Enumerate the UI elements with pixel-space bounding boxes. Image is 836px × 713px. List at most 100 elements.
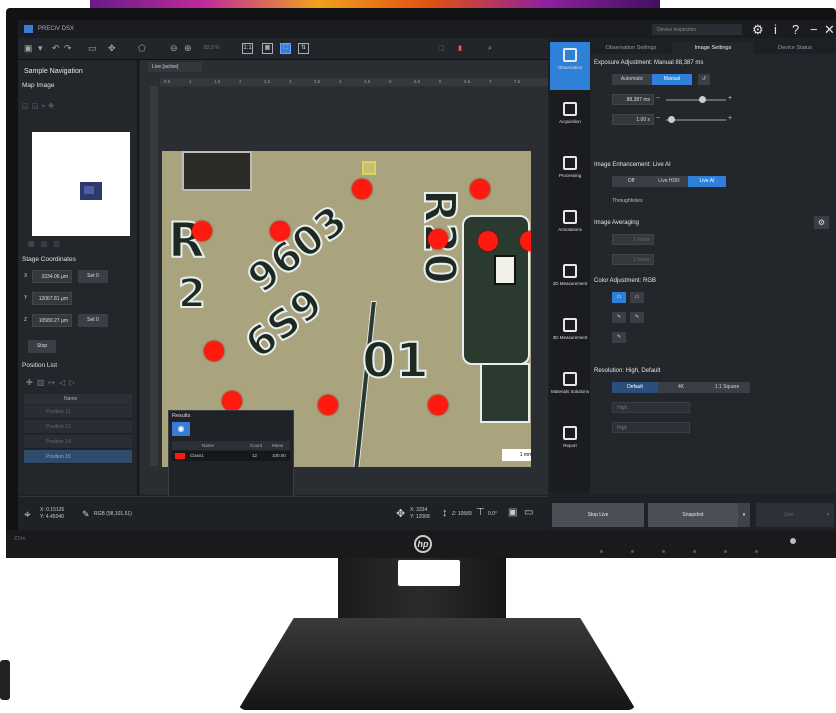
fit-icon[interactable]: 1:1 xyxy=(242,43,253,54)
bezel-buttons xyxy=(600,540,786,558)
eye-icon[interactable]: ◉ xyxy=(172,422,190,436)
workflow-item-label: Processing xyxy=(558,173,582,178)
tab-live[interactable]: Live [active] xyxy=(148,62,202,72)
coord-x-field[interactable]: 3334.06 µm xyxy=(32,270,72,283)
list-item[interactable]: Position 12 xyxy=(24,420,132,434)
undo-icon[interactable]: ↶ xyxy=(52,42,60,55)
settings-gear-icon[interactable]: ⚙ xyxy=(752,22,764,38)
enhancement-liveai-button[interactable]: Live AI xyxy=(688,176,726,187)
exposure-title: Exposure Adjustment: Manual 88,387 ms xyxy=(594,60,704,66)
exposure-reset-icon[interactable]: ↺ xyxy=(698,74,710,85)
set-zero-x-button[interactable]: Set 0 xyxy=(78,270,108,283)
silkscreen-glyph: 2 xyxy=(177,270,207,318)
component-pad xyxy=(494,255,516,285)
gain-slider-knob[interactable] xyxy=(667,116,675,123)
exposure-slider[interactable] xyxy=(666,99,726,101)
workflow-item-3d-measurement[interactable]: 3D Measurement xyxy=(550,312,590,360)
search-icon[interactable]: ⌕ xyxy=(488,42,492,55)
folder-icon[interactable]: ▣ xyxy=(24,42,33,55)
overlay-icon[interactable]: ⛶ xyxy=(280,43,291,54)
image-settings-panel: Observation Settings Image Settings Devi… xyxy=(590,42,836,494)
workflow-item-processing[interactable]: Processing xyxy=(550,150,590,198)
position-list-title: Position List xyxy=(22,362,58,369)
info-icon[interactable]: i xyxy=(774,22,777,37)
resolution-select-b[interactable]: High xyxy=(612,422,690,433)
list-item[interactable]: Position 14 xyxy=(24,435,132,449)
coord-y-field[interactable]: 12067.81 µm xyxy=(32,292,72,305)
record-icon[interactable]: ▮ xyxy=(458,42,462,55)
pan-tool-icon[interactable]: ✥ xyxy=(108,42,116,55)
list-item[interactable]: Position 15 xyxy=(24,450,132,464)
live-button[interactable]: Live xyxy=(756,503,822,527)
cursor-position: X: 0.15126 Y: 4.45040 xyxy=(40,507,65,520)
color-mode-alt-icon[interactable]: ▭ xyxy=(630,292,644,303)
axis-label: Z xyxy=(24,317,28,323)
position-list-tools[interactable]: ✚▥↦◁▷ xyxy=(26,378,79,387)
live-dropdown-icon[interactable]: ▾ xyxy=(822,503,834,527)
exposure-automatic-button[interactable]: Automatic xyxy=(612,74,652,85)
tab-observation-settings[interactable]: Observation Settings xyxy=(590,42,672,54)
plus-icon[interactable]: + xyxy=(728,95,732,102)
workflow-item-materials-solutions[interactable]: Materials Solutions xyxy=(550,366,590,414)
enhancement-livehdr-button[interactable]: Live HDR xyxy=(650,176,688,187)
redo-icon[interactable]: ↷ xyxy=(64,42,72,55)
mode-dropdown[interactable]: Device inspection xyxy=(652,24,742,35)
enhancement-title: Image Enhancement: Live AI xyxy=(594,162,671,168)
window-icon[interactable]: ▭ xyxy=(524,507,533,518)
set-zero-z-button[interactable]: Set 0 xyxy=(78,314,108,327)
stop-button[interactable]: Stop xyxy=(28,340,56,353)
enhancement-off-button[interactable]: Off xyxy=(612,176,650,187)
map-action-icons[interactable]: ▦▧▨ xyxy=(28,240,66,248)
help-icon[interactable]: ? xyxy=(792,22,799,37)
crosshair-icon: ⌖ xyxy=(24,507,31,521)
ruler-tick: 2.5 xyxy=(264,79,271,84)
minus-icon[interactable]: − xyxy=(656,95,660,102)
eyedropper-alt-icon[interactable]: ✎ xyxy=(630,312,644,323)
list-item[interactable]: Position 11 xyxy=(24,405,132,419)
stop-live-button[interactable]: Stop Live xyxy=(552,503,644,527)
resolution-default-button[interactable]: Default xyxy=(612,382,658,393)
monitor: PRECiV DSX Device inspection ⚙ i ? − ✕ ▣… xyxy=(6,8,836,558)
coord-z-field[interactable]: 10589.27 µm xyxy=(32,314,72,327)
exposure-slider-knob[interactable] xyxy=(699,96,706,103)
zoom-level[interactable]: 82.5 % xyxy=(204,42,220,55)
averaging-field-a[interactable]: 1 frame xyxy=(612,234,654,245)
tab-device-status[interactable]: Device Status xyxy=(754,42,836,54)
workflow-item-2d-measurement[interactable]: 2D Measurement xyxy=(550,258,590,306)
capture-icon[interactable]: ▢ xyxy=(438,42,445,55)
white-balance-icon[interactable]: ✎ xyxy=(612,332,626,343)
close-icon[interactable]: ✕ xyxy=(824,22,835,38)
workflow-item-observation[interactable]: Observation xyxy=(550,42,590,90)
minimize-icon[interactable]: − xyxy=(810,22,818,37)
ruler-tick: 3.5 xyxy=(314,79,321,84)
workflow-item-report[interactable]: Report xyxy=(550,420,590,468)
workflow-item-annotations[interactable]: Annotations xyxy=(550,204,590,252)
table-row[interactable]: Class1 12 100.00 xyxy=(172,451,290,461)
resolution-4k-button[interactable]: 4K xyxy=(658,382,704,393)
enhancement-settings-gear-icon[interactable]: ⚙ xyxy=(814,216,829,229)
gain-slider[interactable] xyxy=(666,119,726,121)
eyedropper-icon[interactable]: ✎ xyxy=(612,312,626,323)
minus-icon[interactable]: − xyxy=(656,115,660,122)
gain-field[interactable]: 1.00 x xyxy=(612,114,654,125)
zoom-out-icon[interactable]: ⊖ xyxy=(170,42,178,55)
plus-icon[interactable]: + xyxy=(728,115,732,122)
grid-icon[interactable]: ▦ xyxy=(262,43,273,54)
tab-image-settings[interactable]: Image Settings xyxy=(672,42,754,54)
snapshot-button[interactable]: Snapshot xyxy=(648,503,738,527)
color-mode-icon[interactable]: ▭ xyxy=(612,292,626,303)
save-icon[interactable]: ▾ xyxy=(38,42,43,55)
averaging-field-b[interactable]: 1 frame xyxy=(612,254,654,265)
averaging-title: Image Averaging xyxy=(594,220,639,226)
resolution-square-button[interactable]: 1:1 Square xyxy=(704,382,750,393)
compare-icon[interactable]: ⇅ xyxy=(298,43,309,54)
snapshot-dropdown-icon[interactable]: ▾ xyxy=(738,503,750,527)
resolution-select-a[interactable]: High xyxy=(612,402,690,413)
workflow-item-acquisition[interactable]: Acquisition xyxy=(550,96,590,144)
select-tool-icon[interactable]: ▭ xyxy=(88,42,97,55)
lock-icon[interactable]: ▣ xyxy=(508,507,517,518)
zoom-in-icon[interactable]: ⊕ xyxy=(184,42,192,55)
exposure-manual-button[interactable]: Manual xyxy=(652,74,692,85)
exposure-time-field[interactable]: 88,387 ms xyxy=(612,94,654,105)
draw-tool-icon[interactable]: ⬠ xyxy=(138,42,146,55)
